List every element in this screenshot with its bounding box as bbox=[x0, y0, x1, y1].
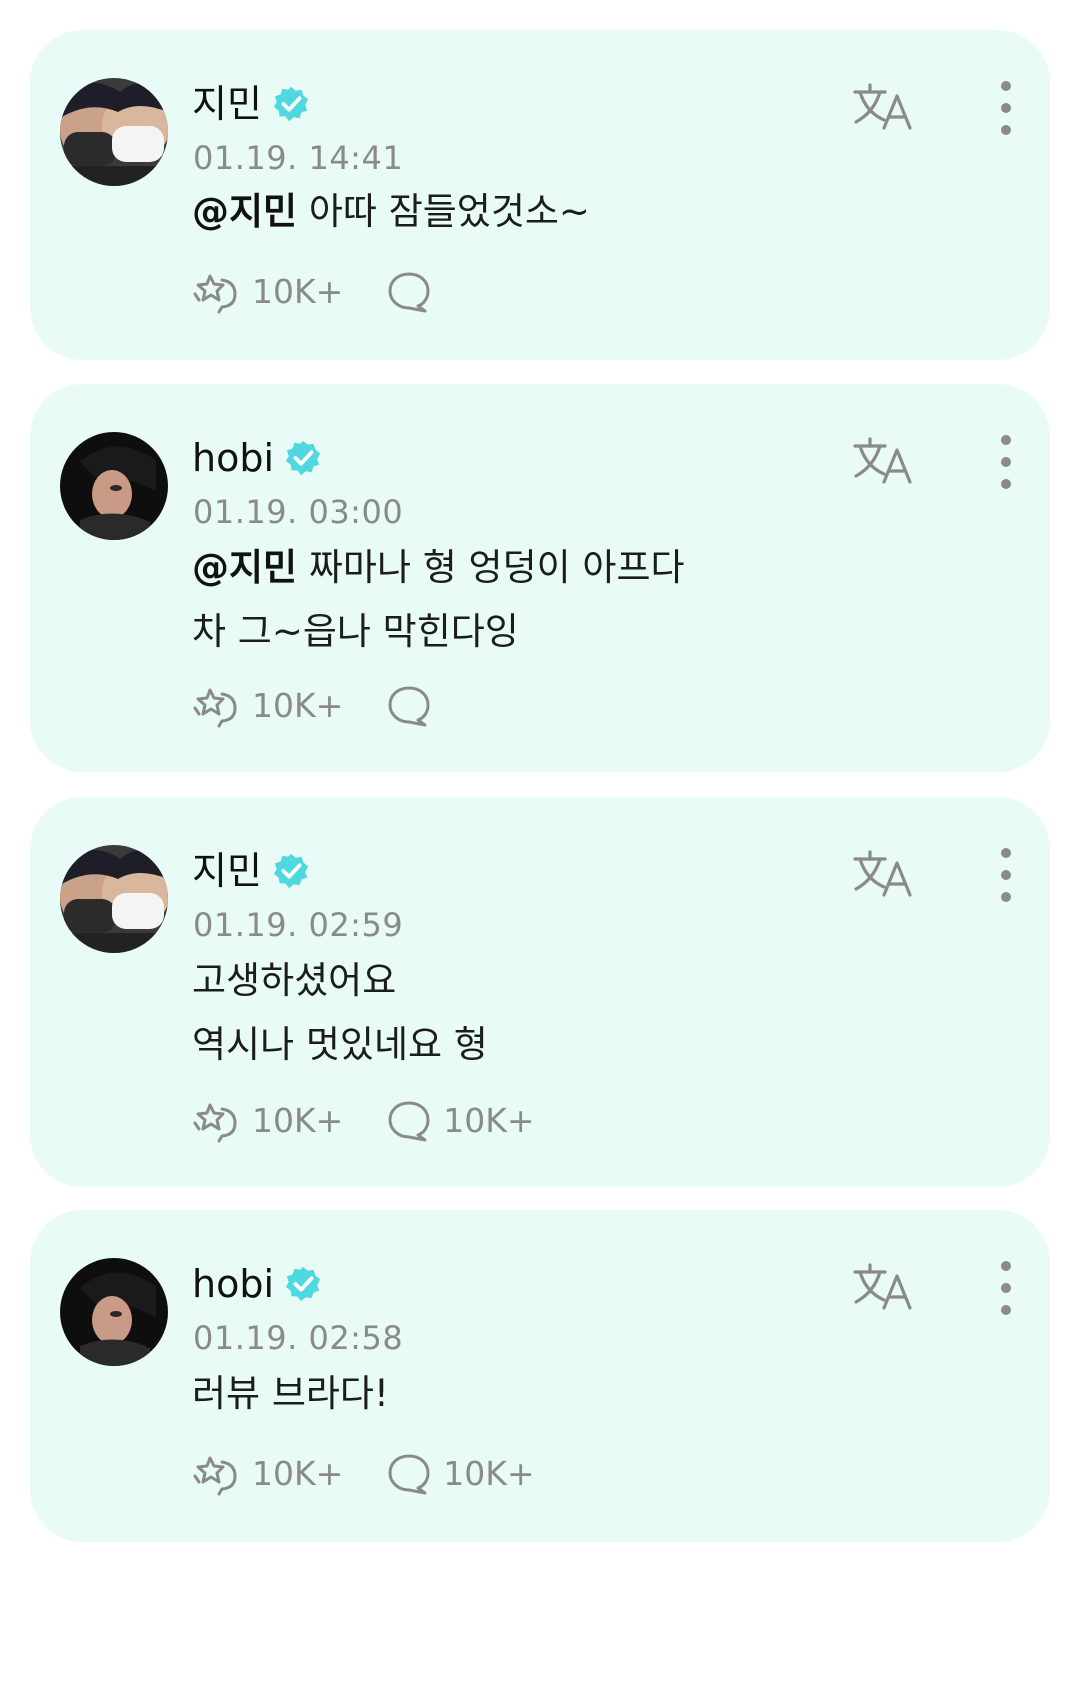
translate-icon[interactable] bbox=[852, 849, 914, 899]
like-button[interactable]: 10K+ bbox=[192, 1099, 343, 1143]
author-row: 지민 bbox=[192, 845, 310, 897]
comment-bubble-icon bbox=[388, 686, 430, 727]
cheer-icon bbox=[193, 688, 237, 728]
translate-icon[interactable] bbox=[852, 1262, 914, 1312]
verified-badge-icon bbox=[284, 439, 322, 477]
post-card[interactable]: hobi 01.19. 03:00 @지민 짜마나 형 엉덩이 아프다 차 그~… bbox=[30, 384, 1050, 772]
author-name[interactable]: hobi bbox=[192, 1258, 274, 1310]
like-button[interactable]: 10K+ bbox=[192, 684, 343, 728]
post-line: 고생하셨어요 bbox=[192, 959, 397, 1002]
post-actions: 10K+ bbox=[192, 264, 487, 320]
post-timestamp: 01.19. 14:41 bbox=[193, 139, 404, 177]
like-button[interactable]: 10K+ bbox=[192, 1452, 343, 1496]
verified-badge-icon bbox=[272, 852, 310, 890]
translate-icon[interactable] bbox=[852, 436, 914, 486]
like-button[interactable]: 10K+ bbox=[192, 270, 343, 314]
post-line: 역시나 멋있네요 형 bbox=[192, 1023, 488, 1066]
avatar[interactable] bbox=[60, 432, 168, 540]
author-name[interactable]: 지민 bbox=[192, 845, 262, 897]
like-count: 10K+ bbox=[252, 1454, 344, 1493]
more-options-icon[interactable] bbox=[996, 78, 1016, 138]
post-line: @지민 아따 잠들었것소~ bbox=[192, 180, 590, 244]
post-line: 러뷰 브라다! bbox=[192, 1372, 389, 1415]
avatar[interactable] bbox=[60, 1258, 168, 1366]
post-card[interactable]: hobi 01.19. 02:58 러뷰 브라다! 10K+ 10K+ bbox=[30, 1210, 1050, 1542]
more-options-icon[interactable] bbox=[996, 845, 1016, 905]
avatar-hobi-icon bbox=[60, 432, 168, 540]
like-count: 10K+ bbox=[252, 686, 344, 725]
post-card[interactable]: 지민 01.19. 02:59 고생하셨어요 역시나 멋있네요 형 10K+ 1… bbox=[30, 797, 1050, 1187]
post-timestamp: 01.19. 02:58 bbox=[193, 1319, 404, 1357]
author-name[interactable]: 지민 bbox=[192, 78, 262, 130]
more-options-icon[interactable] bbox=[996, 1258, 1016, 1318]
post-timestamp: 01.19. 02:59 bbox=[193, 906, 404, 944]
post-body: 고생하셨어요 역시나 멋있네요 형 bbox=[192, 949, 488, 1077]
post-feed: 지민 01.19. 14:41 @지민 아따 잠들었것소~ 10K+ hobi … bbox=[0, 0, 1080, 1696]
avatar[interactable] bbox=[60, 78, 168, 186]
comment-bubble-icon bbox=[388, 1454, 430, 1495]
author-name[interactable]: hobi bbox=[192, 432, 274, 484]
cheer-icon bbox=[193, 274, 237, 314]
cheer-icon bbox=[193, 1103, 237, 1143]
avatar[interactable] bbox=[60, 845, 168, 953]
post-line: @지민 짜마나 형 엉덩이 아프다 bbox=[192, 536, 685, 600]
author-row: hobi bbox=[192, 1258, 322, 1310]
post-body: 러뷰 브라다! bbox=[192, 1362, 389, 1426]
avatar-hobi-icon bbox=[60, 1258, 168, 1366]
avatar-masked-duo-icon bbox=[60, 78, 168, 186]
translate-icon[interactable] bbox=[852, 82, 914, 132]
post-body: @지민 아따 잠들었것소~ bbox=[192, 180, 590, 244]
post-body: @지민 짜마나 형 엉덩이 아프다 차 그~읍나 막힌다잉 bbox=[192, 536, 685, 664]
post-actions: 10K+ bbox=[192, 678, 487, 734]
mention-link[interactable]: @지민 bbox=[192, 546, 297, 589]
comment-button[interactable] bbox=[387, 270, 443, 314]
comment-button[interactable]: 10K+ bbox=[387, 1452, 535, 1496]
like-count: 10K+ bbox=[252, 272, 344, 311]
post-timestamp: 01.19. 03:00 bbox=[193, 493, 404, 531]
post-actions: 10K+ 10K+ bbox=[192, 1093, 579, 1149]
author-row: hobi bbox=[192, 432, 322, 484]
more-options-icon[interactable] bbox=[996, 432, 1016, 492]
post-line: 차 그~읍나 막힌다잉 bbox=[192, 610, 519, 653]
cheer-icon bbox=[193, 1456, 237, 1496]
like-count: 10K+ bbox=[252, 1101, 344, 1140]
comment-button[interactable] bbox=[387, 684, 443, 728]
post-actions: 10K+ 10K+ bbox=[192, 1446, 579, 1502]
comment-bubble-icon bbox=[388, 1101, 430, 1142]
comment-count: 10K+ bbox=[443, 1101, 535, 1140]
post-card[interactable]: 지민 01.19. 14:41 @지민 아따 잠들었것소~ 10K+ bbox=[30, 30, 1050, 360]
post-text: 아따 잠들었것소~ bbox=[308, 190, 590, 233]
post-text: 짜마나 형 엉덩이 아프다 bbox=[308, 546, 685, 589]
comment-button[interactable]: 10K+ bbox=[387, 1099, 535, 1143]
comment-bubble-icon bbox=[388, 272, 430, 313]
verified-badge-icon bbox=[284, 1265, 322, 1303]
comment-count: 10K+ bbox=[443, 1454, 535, 1493]
verified-badge-icon bbox=[272, 85, 310, 123]
author-row: 지민 bbox=[192, 78, 310, 130]
avatar-masked-duo-icon bbox=[60, 845, 168, 953]
mention-link[interactable]: @지민 bbox=[192, 190, 297, 233]
